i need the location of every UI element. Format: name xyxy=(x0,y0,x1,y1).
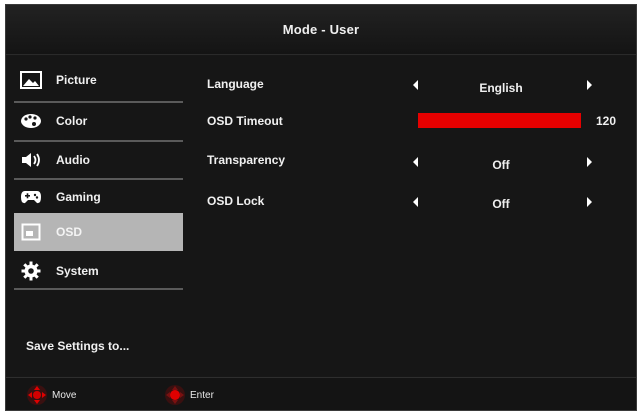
sidebar-item-label: Gaming xyxy=(56,190,101,204)
sidebar-item-label: OSD xyxy=(56,225,83,239)
osd-icon xyxy=(20,222,42,242)
sidebar-item-system[interactable]: System xyxy=(14,253,183,289)
sidebar-item-audio[interactable]: Audio xyxy=(14,142,183,178)
gear-icon xyxy=(20,261,42,281)
menu-body: Picture Color Audio Gaming OSD System Sa… xyxy=(6,56,636,376)
osd-menu: Mode - User Picture Color Audio Gaming O… xyxy=(5,4,637,411)
osd-lock-prev-arrow-icon[interactable] xyxy=(413,197,418,207)
speaker-icon xyxy=(20,150,42,170)
osd-lock-label: OSD Lock xyxy=(207,194,265,208)
joystick-enter-icon xyxy=(165,385,185,405)
sidebar-item-label: Picture xyxy=(56,73,97,87)
sidebar-item-picture[interactable]: Picture xyxy=(14,62,183,98)
move-hint: Move xyxy=(26,384,76,406)
language-prev-arrow-icon[interactable] xyxy=(413,80,418,90)
divider xyxy=(14,288,183,290)
osd-lock-next-arrow-icon[interactable] xyxy=(587,197,592,207)
language-label: Language xyxy=(207,77,264,91)
osd-timeout-value: 120 xyxy=(596,114,617,128)
osd-timeout-label: OSD Timeout xyxy=(207,114,283,128)
language-next-arrow-icon[interactable] xyxy=(587,80,592,90)
osd-timeout-slider-fill xyxy=(418,113,581,128)
sidebar-item-gaming[interactable]: Gaming xyxy=(14,179,183,215)
osd-lock-value[interactable]: Off xyxy=(441,197,561,211)
language-value[interactable]: English xyxy=(441,81,561,95)
joystick-move-icon xyxy=(27,385,47,405)
move-label: Move xyxy=(52,389,77,401)
transparency-prev-arrow-icon[interactable] xyxy=(413,157,418,167)
sidebar-item-color[interactable]: Color xyxy=(14,103,183,139)
sidebar-item-osd[interactable]: OSD xyxy=(14,213,183,251)
palette-icon xyxy=(20,111,42,131)
title-bar: Mode - User xyxy=(6,5,636,55)
sidebar-item-label: Color xyxy=(56,114,88,128)
sidebar-item-label: Audio xyxy=(56,153,90,167)
osd-timeout-slider[interactable] xyxy=(418,113,581,128)
footer-bar: Move Enter xyxy=(6,377,636,410)
picture-icon xyxy=(20,70,42,90)
save-settings-button[interactable]: Save Settings to... xyxy=(26,339,129,353)
enter-label: Enter xyxy=(190,389,214,401)
sidebar-item-label: System xyxy=(56,264,99,278)
gamepad-icon xyxy=(20,187,42,207)
transparency-value[interactable]: Off xyxy=(441,158,561,172)
transparency-next-arrow-icon[interactable] xyxy=(587,157,592,167)
menu-title: Mode - User xyxy=(282,22,360,37)
transparency-label: Transparency xyxy=(207,153,286,167)
enter-hint: Enter xyxy=(164,384,214,406)
